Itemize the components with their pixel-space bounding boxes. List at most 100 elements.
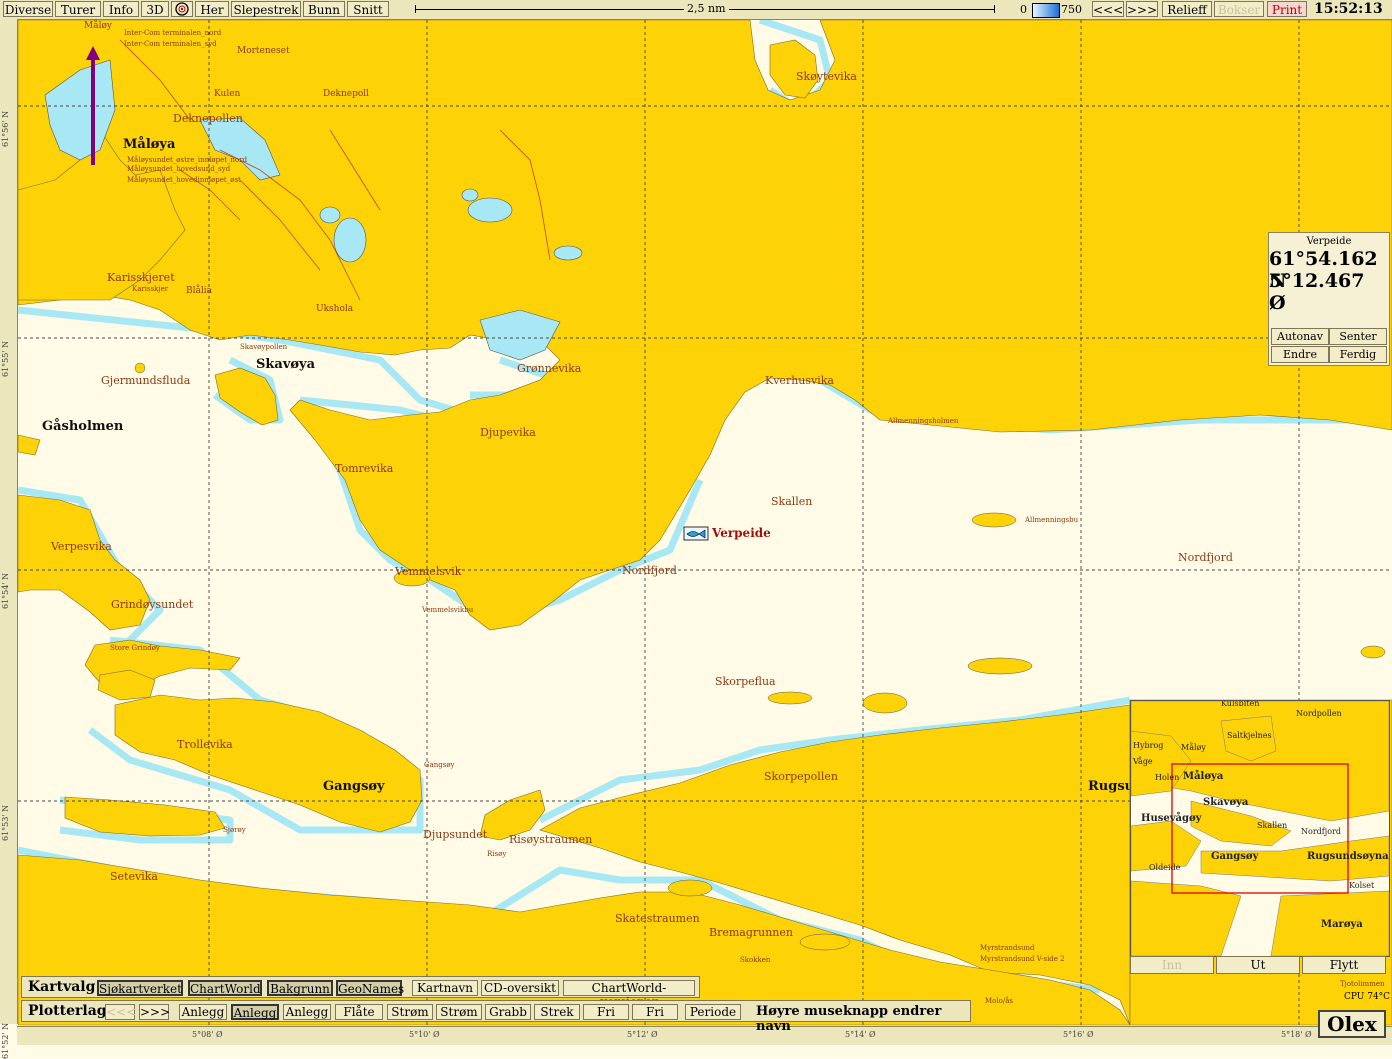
overview-label: Marøya <box>1321 919 1363 930</box>
move-button[interactable]: Flytt <box>1302 956 1386 974</box>
lat-label: 61°54' N <box>1 572 10 609</box>
place-label: Karisskjeret <box>107 271 175 284</box>
place-label: Deknepoll <box>323 89 370 99</box>
layer-fri-1[interactable]: Fri <box>583 1004 629 1020</box>
layer-strom-2[interactable]: Strøm <box>436 1004 482 1020</box>
place-label: Sjørøy <box>223 826 246 834</box>
place-label: Allmenningsbu <box>1025 516 1079 524</box>
diverse-button[interactable]: Diverse <box>3 1 53 17</box>
depth-min-label: 0 <box>1020 3 1027 16</box>
bunn-button[interactable]: Bunn <box>303 1 345 17</box>
overview-label: Kulsbiten <box>1221 700 1260 708</box>
back-button[interactable]: <<< <box>1092 1 1124 17</box>
top-toolbar: Diverse Turer Info 3D Her Slepestrek Bun… <box>0 0 1392 20</box>
place-label: Vemmelsvikbu <box>422 606 474 614</box>
zoom-out-button[interactable]: Ut <box>1216 956 1300 974</box>
endre-button[interactable]: Endre <box>1271 346 1329 363</box>
vessel-label[interactable]: Verpeide <box>712 526 771 540</box>
chart-source-bakgrunn[interactable]: Bakgrunn <box>267 980 333 996</box>
plotterlag-title: Plotterlag <box>28 1003 107 1019</box>
place-label: Grindøysundet <box>111 598 194 611</box>
layer-fri-2[interactable]: Fri <box>632 1004 678 1020</box>
kartvalg-panel: Kartvalg Sjøkartverket ChartWorld Bakgru… <box>21 976 700 1009</box>
place-label: Myrstrandsund <box>980 944 1035 952</box>
place-label: Verpesvika <box>51 540 112 553</box>
3d-button[interactable]: 3D <box>141 1 169 17</box>
overview-label: Våge <box>1133 757 1153 766</box>
turer-button[interactable]: Turer <box>55 1 101 17</box>
place-label: Tjotolimmen <box>1340 980 1385 988</box>
overview-map[interactable]: Kulsbiten Nordpollen Saltkjelnes Hybrog … <box>1130 700 1390 957</box>
info-button[interactable]: Info <box>103 1 139 17</box>
place-label: Måløysundet_østre_innløpet_nord <box>127 156 248 164</box>
lat-label: 61°52' N <box>1 1022 10 1059</box>
layer-flate[interactable]: Flåte <box>335 1004 383 1020</box>
place-label: Inter-Com terminalen_nord <box>124 29 222 37</box>
place-label: Morteneset <box>237 46 290 56</box>
place-label: Skavøya <box>256 357 316 372</box>
depth-max-label: 750 <box>1061 3 1082 16</box>
layer-anlegg-3[interactable]: Anlegg <box>283 1004 331 1020</box>
place-label: Store Grindøy <box>110 644 160 652</box>
place-label: Kulen <box>214 89 241 99</box>
zoom-in-button[interactable]: Inn <box>1130 956 1214 974</box>
place-label: Grønnevika <box>517 362 582 375</box>
layer-grabb[interactable]: Grabb <box>485 1004 531 1020</box>
place-label: Skorpeflua <box>715 675 776 688</box>
bokser-button[interactable]: Bokser <box>1214 1 1264 17</box>
lon-label: 5°16' Ø <box>1063 1030 1094 1039</box>
scale-label: 2,5 nm <box>684 2 729 15</box>
vessel-icon[interactable] <box>683 526 709 541</box>
place-label: Skatestraumen <box>615 912 700 925</box>
layer-periode[interactable]: Periode <box>685 1004 741 1020</box>
place-label: Skorpepollen <box>764 770 838 783</box>
forward-button[interactable]: >>> <box>1126 1 1158 17</box>
senter-button[interactable]: Senter <box>1329 328 1387 345</box>
layer-anlegg-2[interactable]: Anlegg <box>231 1004 279 1020</box>
chart-source-sjokartverket[interactable]: Sjøkartverket <box>97 980 183 996</box>
chart-source-chartworld[interactable]: ChartWorld <box>188 980 262 996</box>
cpu-temperature: CPU 74°C <box>1344 992 1391 1002</box>
overview-label: Nordpollen <box>1296 709 1342 718</box>
chart-source-geonames[interactable]: GeoNames <box>336 980 404 996</box>
layer-strom-1[interactable]: Strøm <box>387 1004 433 1020</box>
place-label: Myrstrandsund V-side 2 <box>980 955 1065 963</box>
autonav-button[interactable]: Autonav <box>1271 328 1329 345</box>
chartworld-versjoner-button[interactable]: ChartWorld-versjoner <box>563 980 695 1009</box>
overview-label: Skavøya <box>1203 797 1249 808</box>
plotterlag-prev-button[interactable]: <<< <box>105 1004 136 1020</box>
ferdig-button[interactable]: Ferdig <box>1329 346 1387 363</box>
place-label: Gangsøy <box>424 761 455 769</box>
snitt-button[interactable]: Snitt <box>347 1 389 17</box>
place-label: Tomrevika <box>335 462 394 475</box>
place-label: Deknepollen <box>173 112 243 125</box>
slepestrek-button[interactable]: Slepestrek <box>231 1 301 17</box>
compass-target-icon[interactable] <box>171 1 193 17</box>
place-label: Måløy <box>84 21 112 31</box>
lon-label: 5°12' Ø <box>627 1030 658 1039</box>
lat-label: 61°56' N <box>1 110 10 147</box>
overview-label: Skallen <box>1257 821 1288 830</box>
place-label: Skøytevika <box>796 70 857 83</box>
her-button[interactable]: Her <box>195 1 229 17</box>
plotterlag-next-button[interactable]: >>> <box>139 1004 170 1020</box>
lat-label: 61°55' N <box>1 340 10 377</box>
kartvalg-title: Kartvalg <box>28 979 96 995</box>
hint-text: Høyre museknapp endrer navn <box>756 1004 942 1034</box>
place-label: Rugsu <box>1088 779 1135 794</box>
olex-logo: Olex <box>1318 1010 1386 1038</box>
layer-anlegg-1[interactable]: Anlegg <box>179 1004 227 1020</box>
place-label: Blålia <box>186 286 212 296</box>
plotterlag-panel: Plotterlag <<< >>> Anlegg Anlegg Anlegg … <box>21 1000 971 1034</box>
clock: 15:52:13 <box>1314 1 1383 17</box>
place-label: Molo/ås <box>985 997 1013 1005</box>
cd-oversikt-button[interactable]: CD-oversikt <box>481 980 559 996</box>
overview-label: Gangsøy <box>1211 851 1259 862</box>
print-button[interactable]: Print <box>1267 1 1307 17</box>
relieff-button[interactable]: Relieff <box>1162 1 1212 17</box>
layer-strek[interactable]: Strek <box>534 1004 580 1020</box>
place-label: Risøy <box>487 850 507 858</box>
kartnavn-button[interactable]: Kartnavn <box>412 980 478 996</box>
depth-color-scale <box>1032 3 1060 18</box>
place-label: Nordfjord <box>1178 551 1233 564</box>
